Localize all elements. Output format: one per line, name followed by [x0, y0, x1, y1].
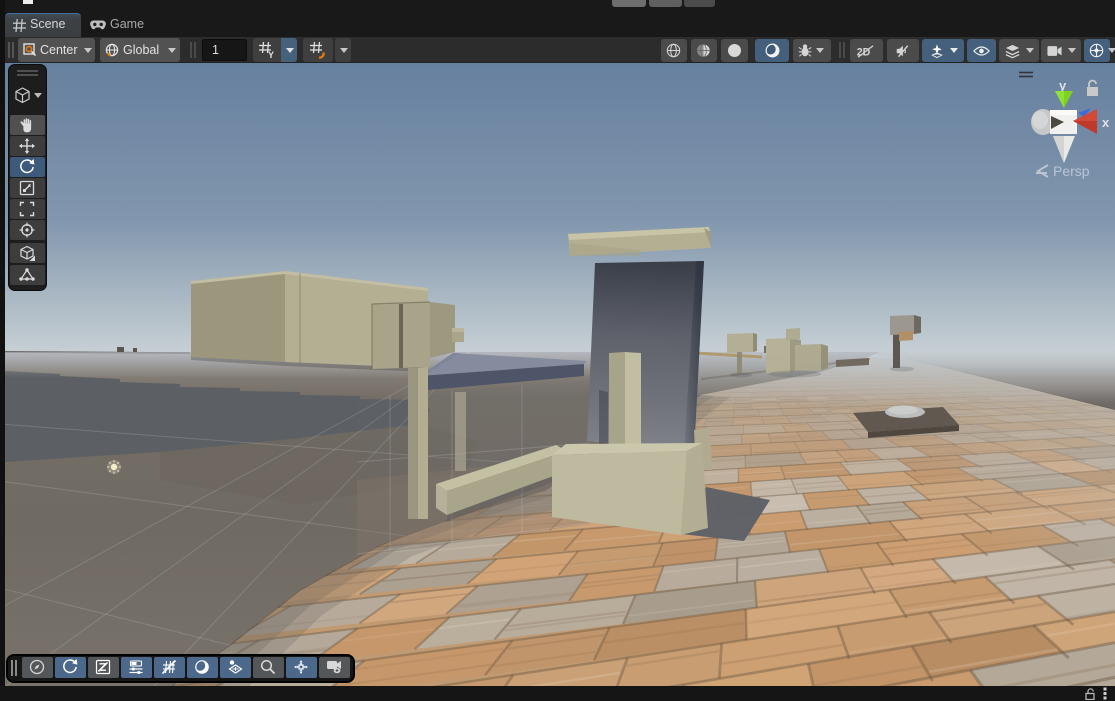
svg-text:Y: Y: [268, 50, 274, 60]
svg-text:Persp: Persp: [1053, 163, 1090, 179]
svg-text:y: y: [1059, 78, 1067, 93]
svg-text:x: x: [1102, 115, 1110, 130]
